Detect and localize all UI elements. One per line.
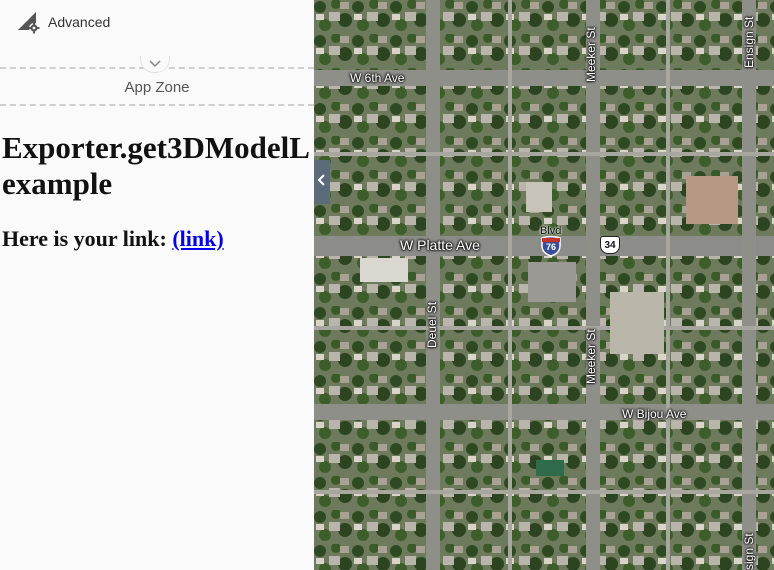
chevron-left-icon (317, 173, 327, 192)
street-label-ensign-st-top: Ensign St (742, 16, 756, 68)
interstate-shield-number: 76 (545, 242, 556, 252)
panel-collapse-button[interactable] (314, 160, 330, 204)
link-paragraph: Here is your link: (link) (2, 226, 224, 252)
advanced-toggle[interactable]: Advanced (16, 8, 110, 36)
street-label-w-bijou-ave: W Bijou Ave (622, 407, 687, 421)
link-prefix: Here is your link: (2, 226, 167, 251)
us-route-shield-number: 34 (604, 239, 616, 251)
street-label-meeker-st-top: Meeker St (584, 27, 598, 82)
zone-collapse-button[interactable] (140, 56, 170, 73)
app-zone-label: App Zone (124, 79, 190, 96)
zone-divider-bottom (0, 104, 314, 106)
app-panel: Advanced App Zone Exporter.get3DModelL ex… (0, 0, 314, 570)
advanced-label: Advanced (48, 14, 111, 30)
street-label-meeker-st-mid: Meeker St (584, 329, 598, 384)
page-heading: Exporter.get3DModelL example (2, 130, 314, 202)
page-heading-line1: Exporter.get3DModelL (2, 130, 310, 165)
satellite-imagery (314, 0, 774, 570)
page-heading-line2: example (2, 166, 113, 201)
us-route-shield-icon: 34 (600, 236, 620, 254)
advanced-settings-icon (16, 10, 40, 34)
street-label-w-platte-ave: W Platte Ave (400, 237, 480, 253)
chevron-down-icon (149, 55, 161, 73)
model-link[interactable]: (link) (172, 226, 223, 251)
map-view[interactable]: W 6th Ave W Platte Ave W Bijou Ave Blvd … (314, 0, 774, 570)
interstate-shield-icon: 76 (540, 235, 562, 257)
street-label-deuel-st: Deuel St (425, 301, 439, 348)
street-label-ensign-st-bottom: sign St (742, 533, 756, 570)
street-label-w-6th-ave: W 6th Ave (350, 71, 405, 85)
